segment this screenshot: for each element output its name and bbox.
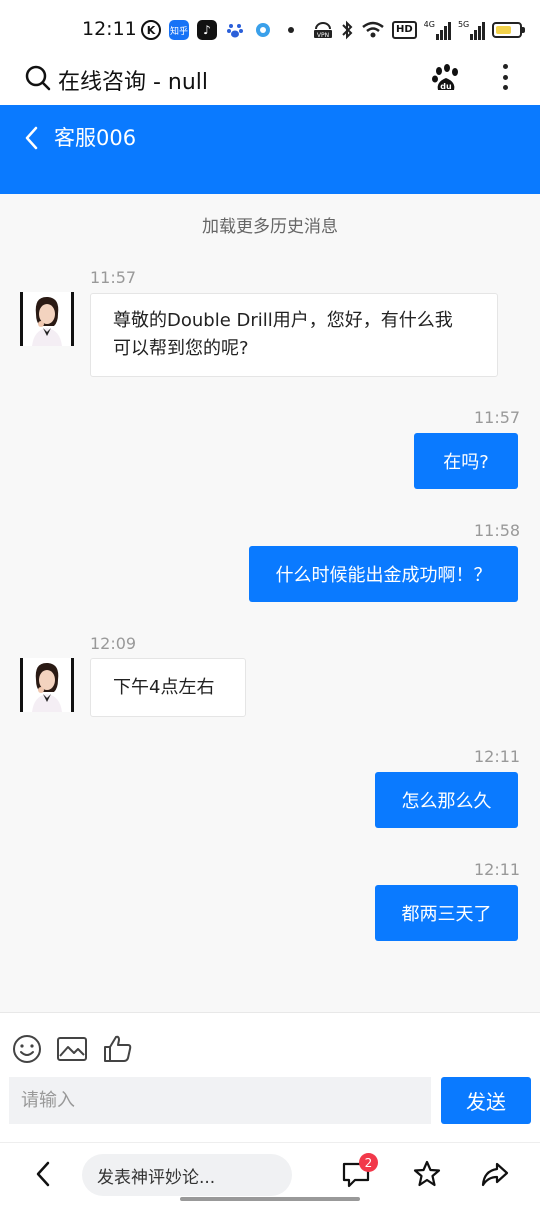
agent-message-bubble: 下午4点左右 [90,658,246,717]
comment-count-badge: 2 [359,1153,378,1172]
bluetooth-icon [342,20,353,40]
zhihu-icon: 知乎 [169,20,189,40]
wifi-icon [362,21,384,38]
status-icons-left: K 知乎 ♪ [141,20,301,40]
emoji-icon[interactable] [11,1033,43,1065]
zhihu-label: 知乎 [169,26,188,37]
message-time: 12:09 [90,634,137,653]
message-list[interactable]: 加载更多历史消息 11:57 尊敬的Double Drill用户，您好，有什么我… [0,194,540,1012]
signal-4g-label: 4G [423,20,435,29]
chat-title: 客服006 [54,126,137,150]
agent-message-bubble: 尊敬的Double Drill用户，您好，有什么我 可以帮到您的呢? [90,293,498,377]
message-text: 下午4点左右 [113,676,215,698]
message-time: 12:11 [474,860,521,879]
message-text: 都两三天了 [401,904,492,925]
svg-text:du: du [440,82,452,91]
agent-avatar [20,292,74,346]
douyin-icon: ♪ [197,20,217,40]
chat-header: 客服006 [0,105,540,194]
browser-title: 在线咨询 - null [58,70,209,95]
vpn-label: VPN [317,32,329,39]
signal-5g-icon: 5G [457,20,486,40]
thumbs-up-icon[interactable] [102,1033,134,1065]
user-message-bubble: 怎么那么久 [375,772,518,828]
comment-input-pill[interactable]: 发表神评妙论... [82,1154,292,1196]
message-time: 11:57 [474,408,521,427]
message-text: 可以帮到您的呢? [113,338,249,359]
message-input[interactable] [9,1077,431,1124]
agent-avatar [20,658,74,712]
hd-icon: HD [392,21,417,39]
more-menu-icon[interactable] [494,62,516,92]
message-time: 11:58 [474,521,521,540]
home-indicator[interactable] [180,1197,360,1201]
user-message-bubble: 什么时候能出金成功啊！？ [249,546,518,602]
star-icon[interactable] [412,1159,442,1189]
image-icon[interactable] [56,1033,88,1065]
signal-5g-label: 5G [457,20,470,29]
status-icons-right: VPN HD 4G 5G [313,20,526,40]
signal-4g-icon: 4G [424,20,451,40]
nav-back-icon[interactable] [32,1159,54,1189]
vpn-icon: VPN [314,22,332,39]
share-icon[interactable] [480,1159,510,1189]
message-text: 在吗? [443,452,489,473]
baidu-paw-icon[interactable]: du [430,62,462,94]
user-message-bubble: 在吗? [414,433,518,489]
send-button[interactable]: 发送 [441,1077,531,1124]
message-text: 怎么那么久 [401,791,492,812]
baidu-paw-icon [225,20,245,40]
back-icon[interactable] [20,123,44,153]
status-time: 12:11 [82,18,137,40]
load-more-history[interactable]: 加载更多历史消息 [0,212,540,237]
message-time: 12:11 [474,747,521,766]
message-text: 尊敬的Double Drill用户，您好，有什么我 [113,310,453,331]
message-text: 什么时候能出金成功啊！？ [275,565,492,586]
comment-placeholder: 发表神评妙论... [97,1167,216,1188]
status-bar: 12:11 K 知乎 ♪ VPN HD 4G 5G [0,0,540,56]
input-area: 发送 [0,1012,540,1142]
k-app-icon: K [141,20,161,40]
search-icon[interactable] [24,64,52,92]
browser-bar: 在线咨询 - null du [0,56,540,105]
circle-app-icon [253,20,273,40]
battery-icon [492,22,526,38]
user-message-bubble: 都两三天了 [375,885,518,941]
dot-icon [281,20,301,40]
message-time: 11:57 [90,268,137,287]
